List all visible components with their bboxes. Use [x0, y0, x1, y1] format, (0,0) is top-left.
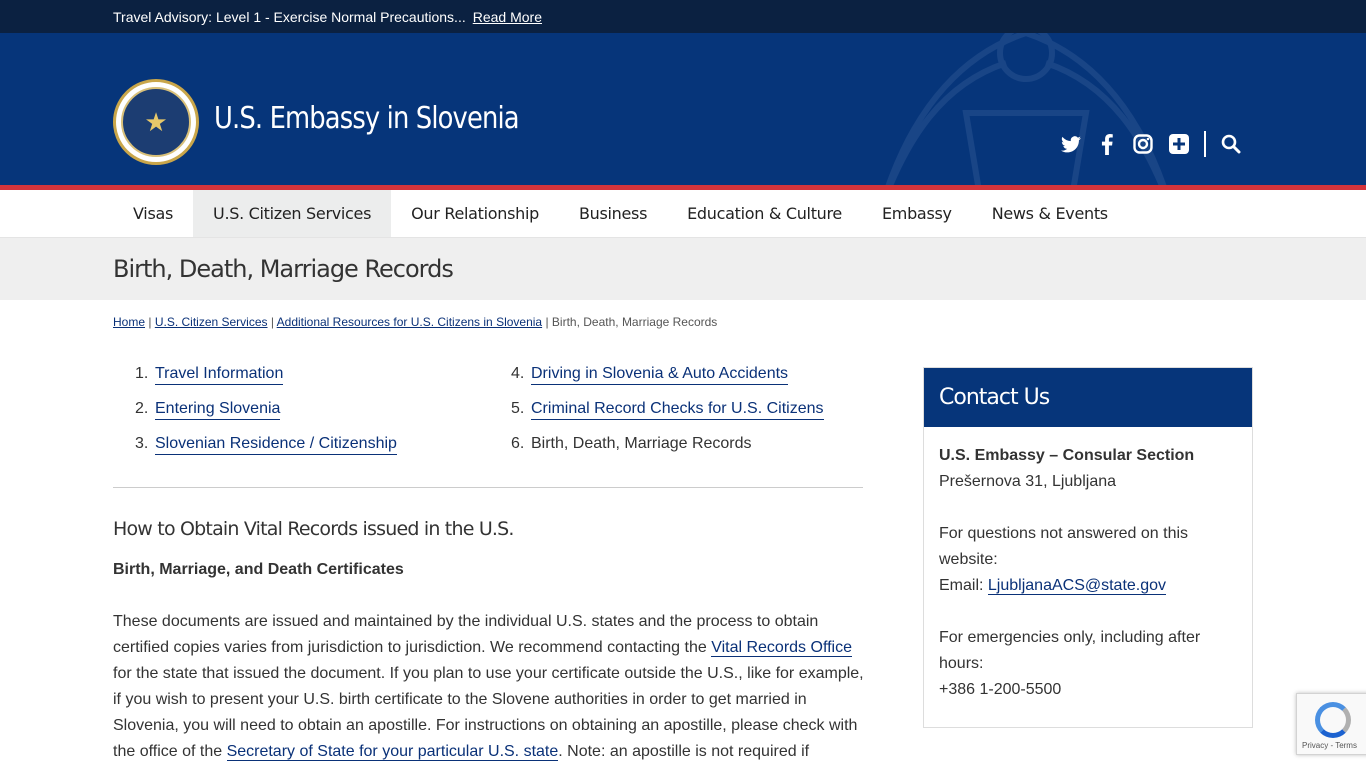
nav-item-our-relationship[interactable]: Our Relationship [391, 190, 559, 237]
secretary-of-state-link[interactable]: Secretary of State for your particular U… [226, 743, 559, 761]
site-title[interactable]: U.S. Embassy in Slovenia [214, 101, 520, 136]
search-icon[interactable] [1220, 133, 1242, 155]
email-label: Email: [939, 577, 988, 594]
social-links [1060, 131, 1242, 157]
breadcrumb-current: Birth, Death, Marriage Records [551, 315, 718, 329]
nav-item-us-citizen-services[interactable]: U.S. Citizen Services [193, 190, 392, 237]
breadcrumb-sep: | [542, 315, 552, 329]
topic-link-entering-slovenia[interactable]: Entering Slovenia [155, 400, 281, 420]
contact-org: U.S. Embassy – Consular Section [939, 447, 1195, 464]
nav-item-embassy[interactable]: Embassy [862, 190, 972, 237]
main-nav: Visas U.S. Citizen Services Our Relation… [0, 190, 1366, 238]
contact-email-link[interactable]: LjubljanaACS@state.gov [987, 577, 1167, 595]
nav-item-news-events[interactable]: News & Events [972, 190, 1128, 237]
recaptcha-badge[interactable]: Privacy - Terms [1296, 693, 1366, 755]
page-title: Birth, Death, Marriage Records [113, 255, 454, 283]
vital-records-link[interactable]: Vital Records Office [711, 639, 852, 657]
embassy-seal-logo[interactable]: ★ [113, 79, 199, 165]
instagram-icon[interactable] [1132, 133, 1154, 155]
twitter-icon[interactable] [1060, 133, 1082, 155]
eagle-icon: ★ [121, 87, 191, 157]
breadcrumb: Home | U.S. Citizen Services | Additiona… [113, 315, 717, 329]
topic-list: 1. Travel Information 2. Entering Slovenia… [113, 362, 863, 488]
section-subheading: Birth, Marriage, and Death Certificates [113, 561, 404, 578]
breadcrumb-sep: | [267, 315, 277, 329]
facebook-icon[interactable] [1096, 133, 1118, 155]
advisory-text: Travel Advisory: Level 1 - Exercise Norm… [113, 8, 466, 25]
recaptcha-terms[interactable]: Privacy - Terms [1302, 741, 1357, 750]
section-heading: How to Obtain Vital Records issued in th… [113, 518, 514, 540]
list-item: 1. Travel Information [135, 365, 397, 400]
recaptcha-icon [1315, 702, 1351, 738]
divider [1204, 131, 1206, 157]
contact-phone: +386 1-200-5500 [939, 681, 1062, 698]
list-item: 3. Slovenian Residence / Citizenship [135, 435, 397, 470]
breadcrumb-sep: | [145, 315, 155, 329]
travel-advisory-bar: Travel Advisory: Level 1 - Exercise Norm… [0, 0, 1366, 33]
list-item: 4. Driving in Slovenia & Auto Accidents [511, 365, 824, 400]
breadcrumb-home[interactable]: Home [113, 315, 145, 329]
contact-emergency-text: For emergencies only, including after ho… [939, 629, 1201, 672]
breadcrumb-additional-resources[interactable]: Additional Resources for U.S. Citizens i… [277, 315, 542, 329]
body-paragraph: These documents are issued and maintaine… [113, 613, 864, 761]
contact-questions-text: For questions not answered on this websi… [939, 525, 1189, 568]
topic-link-residence-citizenship[interactable]: Slovenian Residence / Citizenship [155, 435, 397, 455]
nav-item-education-culture[interactable]: Education & Culture [667, 190, 862, 237]
nav-item-business[interactable]: Business [559, 190, 667, 237]
site-header: ★ U.S. Embassy in Slovenia [0, 33, 1366, 185]
plus-icon[interactable] [1168, 133, 1190, 155]
topic-link-travel-information[interactable]: Travel Information [155, 365, 284, 385]
nav-item-visas[interactable]: Visas [113, 190, 193, 237]
contact-address: Prešernova 31, Ljubljana [939, 473, 1117, 490]
page-title-bar: Birth, Death, Marriage Records [0, 238, 1366, 300]
contact-heading: Contact Us [924, 368, 1252, 427]
read-more-link[interactable]: Read More [473, 9, 542, 25]
contact-us-box: Contact Us U.S. Embassy – Consular Secti… [923, 367, 1253, 728]
list-item: 2. Entering Slovenia [135, 400, 397, 435]
list-item: 6. Birth, Death, Marriage Records [511, 435, 752, 452]
breadcrumb-us-citizen-services[interactable]: U.S. Citizen Services [155, 315, 268, 329]
topic-link-driving[interactable]: Driving in Slovenia & Auto Accidents [531, 365, 789, 385]
list-item: 5. Criminal Record Checks for U.S. Citize… [511, 400, 824, 435]
topic-current: Birth, Death, Marriage Records [531, 435, 752, 452]
topic-link-criminal-record[interactable]: Criminal Record Checks for U.S. Citizens [531, 400, 824, 420]
eagle-watermark-icon [885, 33, 1167, 185]
